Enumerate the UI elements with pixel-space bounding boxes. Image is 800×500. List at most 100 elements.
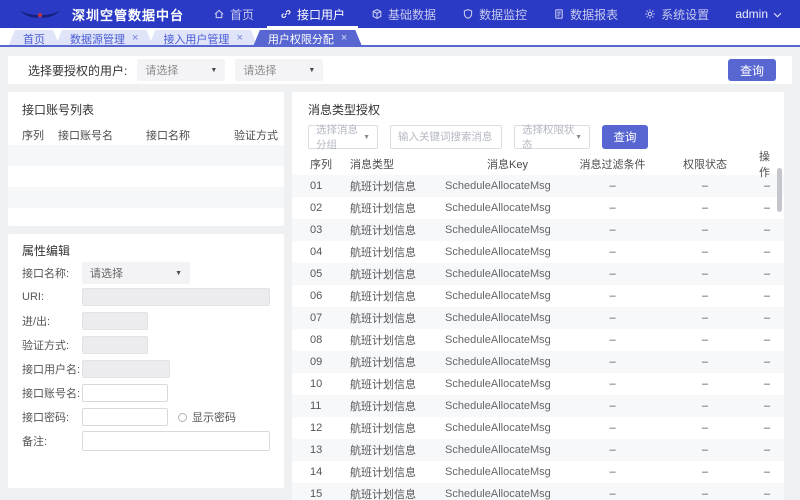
cell-action: – — [763, 400, 770, 412]
tab-datasource-management[interactable]: 数据源管理 × — [55, 30, 153, 47]
nav-item-label: 系统设置 — [661, 7, 710, 22]
empty-row — [8, 145, 284, 166]
cell-filter: – — [609, 224, 616, 236]
nav-item-base-data[interactable]: 基础数据 — [358, 0, 449, 28]
cell-type: 航班计划信息 — [350, 247, 416, 259]
permission-status-select[interactable]: 选择权限状态 ▼ — [514, 124, 590, 151]
message-search-button[interactable]: 查询 — [602, 125, 648, 149]
cell-seq: 14 — [310, 466, 323, 478]
form-row-interface-username: 接口用户名: — [22, 357, 270, 381]
col-header: 消息类型 — [350, 159, 394, 171]
message-table-header: 序列 消息类型 消息Key 消息过滤条件 权限状态 操作 — [292, 151, 784, 179]
tab-home[interactable]: 首页 — [8, 30, 60, 47]
cell-seq: 03 — [310, 224, 323, 236]
interface-username-field — [82, 360, 170, 378]
field-label: 备注: — [22, 436, 48, 448]
close-icon[interactable]: × — [236, 33, 242, 44]
cell-key: ScheduleAllocateMsg — [445, 334, 551, 346]
cell-filter: – — [609, 444, 616, 456]
tab-user-permission-assignment[interactable]: 用户权限分配 × — [253, 30, 362, 47]
cell-filter: – — [609, 334, 616, 346]
cell-seq: 15 — [310, 488, 323, 500]
scrollbar-thumb[interactable] — [777, 168, 782, 212]
cell-type: 航班计划信息 — [350, 401, 416, 413]
message-table-row[interactable]: 12 航班计划信息 ScheduleAllocateMsg – – – — [292, 417, 784, 439]
message-table-row[interactable]: 11 航班计划信息 ScheduleAllocateMsg – – – — [292, 395, 784, 417]
field-label: URI: — [22, 291, 44, 303]
tab-access-user-management[interactable]: 接入用户管理 × — [148, 30, 257, 47]
user-filter-label: 选择要授权的用户: — [28, 63, 128, 78]
user-search-button[interactable]: 查询 — [728, 59, 776, 81]
airline-wings-logo-icon — [18, 7, 62, 21]
select-value: 请选择 — [145, 65, 179, 77]
password-field[interactable] — [82, 408, 168, 426]
user-menu[interactable]: admin — [735, 7, 782, 21]
cell-seq: 08 — [310, 334, 323, 346]
field-label: 验证方式: — [22, 340, 70, 352]
cell-status: – — [701, 444, 709, 456]
cell-action: – — [763, 466, 770, 478]
nav-item-data-report[interactable]: 数据报表 — [540, 0, 631, 28]
tab-bar: 首页 数据源管理 × 接入用户管理 × 用户权限分配 × — [0, 28, 800, 47]
cell-key: ScheduleAllocateMsg — [445, 246, 551, 258]
col-header: 权限状态 — [683, 159, 727, 171]
main-menu: 首页 接口用户 基础数据 数据监控 数据报表 系统设置 — [200, 0, 722, 28]
user-select-2[interactable]: 请选择 ▼ — [235, 59, 324, 81]
message-table-row[interactable]: 08 航班计划信息 ScheduleAllocateMsg – – – — [292, 329, 784, 351]
nav-item-data-monitor[interactable]: 数据监控 — [449, 0, 540, 28]
nav-item-system-settings[interactable]: 系统设置 — [631, 0, 722, 28]
message-group-select[interactable]: 选择消息分组 ▼ — [308, 124, 378, 151]
dropdown-arrow-icon: ▼ — [363, 133, 370, 141]
cell-action: – — [763, 268, 770, 280]
user-select-1[interactable]: 请选择 ▼ — [137, 59, 226, 81]
app-window: 深圳空管数据中台 首页 接口用户 基础数据 数据监控 数据报表 系统设置 adm… — [0, 0, 800, 500]
show-password-label: 显示密码 — [192, 412, 236, 424]
keyword-search-input[interactable] — [390, 125, 502, 149]
message-table-row[interactable]: 02 航班计划信息 ScheduleAllocateMsg – – – — [292, 197, 784, 219]
home-icon — [213, 8, 225, 20]
message-table-row[interactable]: 03 航班计划信息 ScheduleAllocateMsg – – – — [292, 219, 784, 241]
cell-type: 航班计划信息 — [350, 467, 416, 479]
cell-filter: – — [609, 466, 616, 478]
nav-item-home[interactable]: 首页 — [200, 0, 267, 28]
message-table-row[interactable]: 15 航班计划信息 ScheduleAllocateMsg – – – — [292, 483, 784, 500]
message-table-row[interactable]: 01 航班计划信息 ScheduleAllocateMsg – – – — [292, 175, 784, 197]
empty-row — [8, 187, 284, 208]
remark-field[interactable] — [82, 431, 270, 451]
cell-status: – — [701, 180, 709, 192]
nav-item-interface-user[interactable]: 接口用户 — [267, 0, 358, 28]
cell-status: – — [701, 246, 709, 258]
account-name-field[interactable] — [82, 384, 168, 402]
cell-status: – — [701, 400, 709, 412]
cell-filter: – — [609, 290, 616, 302]
message-table-row[interactable]: 09 航班计划信息 ScheduleAllocateMsg – – – — [292, 351, 784, 373]
close-icon[interactable]: × — [132, 33, 138, 44]
inout-field — [82, 312, 148, 330]
cell-type: 航班计划信息 — [350, 335, 416, 347]
interface-name-select[interactable]: 请选择 ▼ — [82, 262, 190, 284]
tab-label: 数据源管理 — [70, 33, 125, 46]
message-table-row[interactable]: 13 航班计划信息 ScheduleAllocateMsg – – – — [292, 439, 784, 461]
message-table-row[interactable]: 05 航班计划信息 ScheduleAllocateMsg – – – — [292, 263, 784, 285]
message-table-row[interactable]: 14 航班计划信息 ScheduleAllocateMsg – – – — [292, 461, 784, 483]
show-password-radio[interactable] — [178, 412, 187, 422]
field-label: 接口账号名: — [22, 388, 81, 400]
message-table-row[interactable]: 10 航班计划信息 ScheduleAllocateMsg – – – — [292, 373, 784, 395]
cell-type: 航班计划信息 — [350, 225, 416, 237]
dropdown-arrow-icon: ▼ — [175, 269, 182, 277]
cell-action: – — [763, 224, 770, 236]
app-title: 深圳空管数据中台 — [72, 7, 185, 23]
tab-label: 首页 — [23, 33, 45, 46]
form-row-account-name: 接口账号名: — [22, 381, 270, 405]
field-label: 接口用户名: — [22, 364, 81, 376]
cell-status: – — [701, 466, 709, 478]
cell-action: – — [763, 356, 770, 368]
cell-key: ScheduleAllocateMsg — [445, 422, 551, 434]
cell-action: – — [763, 422, 770, 434]
select-value: 请选择 — [243, 65, 277, 77]
message-table-row[interactable]: 04 航班计划信息 ScheduleAllocateMsg – – – — [292, 241, 784, 263]
message-table-row[interactable]: 07 航班计划信息 ScheduleAllocateMsg – – – — [292, 307, 784, 329]
cell-key: ScheduleAllocateMsg — [445, 224, 551, 236]
message-table-row[interactable]: 06 航班计划信息 ScheduleAllocateMsg – – – — [292, 285, 784, 307]
close-icon[interactable]: × — [341, 33, 347, 44]
